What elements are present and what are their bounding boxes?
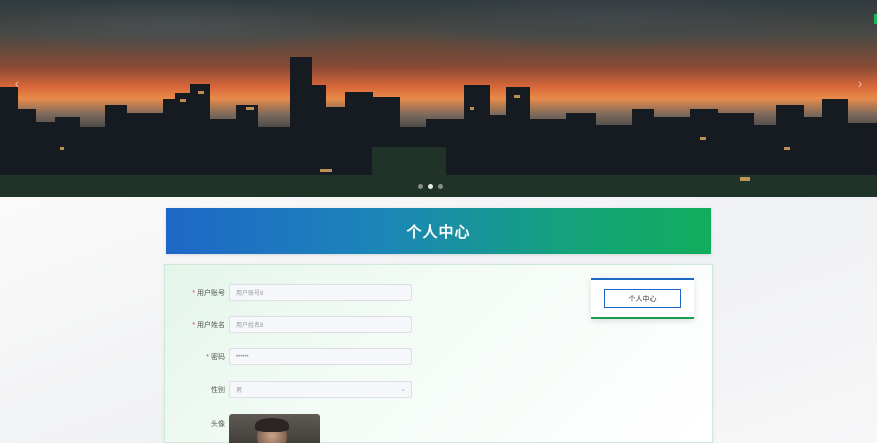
form-row-name: * 用户姓名 用户姓名8: [165, 316, 412, 333]
page-title-bar: 个人中心: [166, 208, 711, 254]
required-mark: *: [192, 289, 195, 297]
account-placeholder: 用户账号8: [236, 291, 264, 297]
chevron-right-icon: ›: [857, 75, 863, 91]
carousel-dot[interactable]: [418, 184, 423, 189]
form-row-password: * 密码 ••••••: [165, 348, 412, 365]
side-menu: 个人中心: [591, 278, 694, 319]
account-label: * 用户账号: [192, 289, 225, 297]
banner-prev-button[interactable]: ‹: [8, 72, 26, 94]
page-title: 个人中心: [406, 223, 471, 241]
name-placeholder: 用户姓名8: [236, 323, 264, 329]
gender-label: 性别: [211, 386, 225, 394]
required-mark: *: [206, 353, 209, 361]
chevron-down-icon: ⌄: [400, 386, 406, 393]
carousel-indicators: [418, 184, 443, 189]
side-menu-item-profile[interactable]: 个人中心: [604, 289, 681, 308]
avatar-image[interactable]: [229, 414, 320, 443]
name-label: * 用户姓名: [192, 321, 225, 329]
chevron-left-icon: ‹: [14, 75, 20, 91]
account-input[interactable]: 用户账号8: [229, 284, 412, 301]
password-label: * 密码: [206, 353, 225, 361]
banner-next-button[interactable]: ›: [851, 72, 869, 94]
gender-select[interactable]: 男 ⌄: [229, 381, 412, 398]
avatar-hair: [255, 418, 289, 432]
form-row-avatar: 头像: [165, 414, 320, 443]
carousel-dot[interactable]: [438, 184, 443, 189]
password-value: ••••••: [236, 353, 249, 360]
banner-carousel[interactable]: ‹ ›: [0, 0, 877, 197]
avatar-label: 头像: [211, 421, 225, 428]
name-input[interactable]: 用户姓名8: [229, 316, 412, 333]
form-row-account: * 用户账号 用户账号8: [165, 284, 412, 301]
city-skyline-image: [0, 57, 877, 197]
carousel-dot-active[interactable]: [428, 184, 433, 189]
gender-value: 男: [236, 388, 243, 394]
password-input[interactable]: ••••••: [229, 348, 412, 365]
required-mark: *: [192, 321, 195, 329]
form-row-gender: 性别 男 ⌄: [165, 381, 412, 398]
